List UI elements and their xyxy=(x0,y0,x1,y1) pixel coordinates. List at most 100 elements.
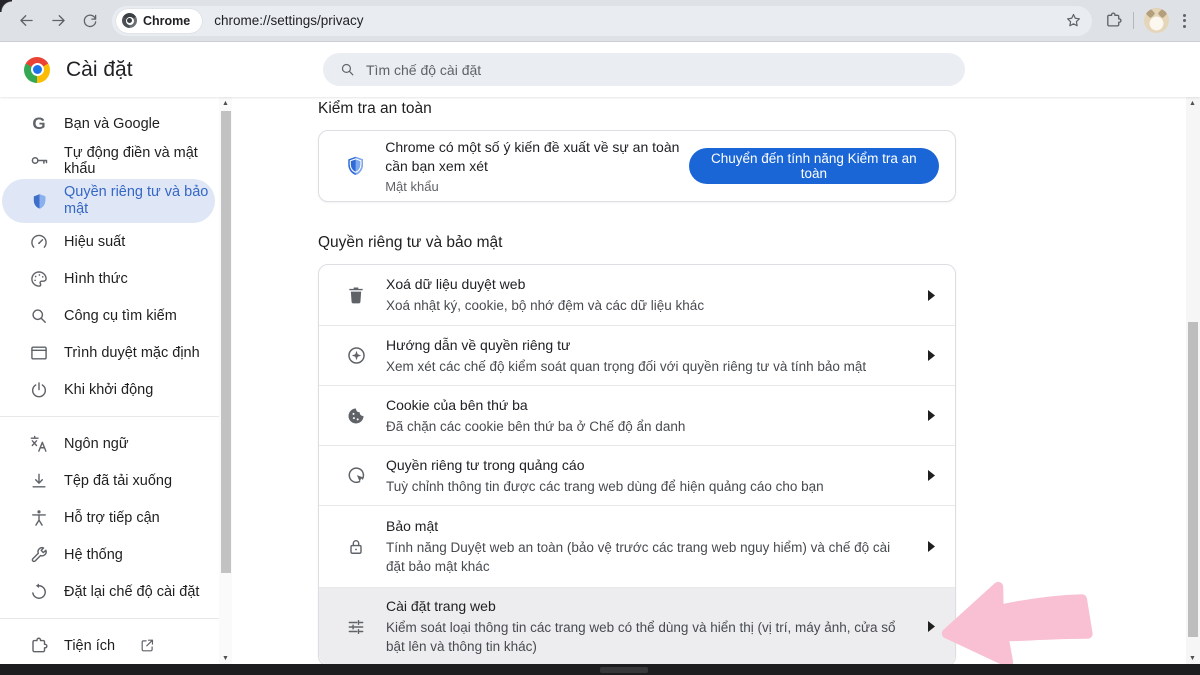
sidebar-item-autofill[interactable]: Tự động điền và mật khẩu xyxy=(0,142,232,179)
sidebar-item-label: Bạn và Google xyxy=(64,116,160,132)
sidebar-item-label: Tự động điền và mật khẩu xyxy=(64,145,232,177)
url-text[interactable]: chrome://settings/privacy xyxy=(214,13,363,28)
reset-icon xyxy=(28,582,50,602)
download-icon xyxy=(28,471,50,491)
reload-icon xyxy=(81,12,99,30)
reload-button[interactable] xyxy=(74,5,106,37)
scroll-down-arrow[interactable]: ▼ xyxy=(219,652,232,664)
sidebar-item-system[interactable]: Hệ thống xyxy=(0,536,232,573)
settings-search-box[interactable] xyxy=(323,53,965,86)
sidebar-item-reset[interactable]: Đặt lại chế độ cài đặt xyxy=(0,573,232,610)
settings-content: Kiểm tra an toàn Chrome có một số ý kiến… xyxy=(232,97,1200,664)
row-subtitle: Xoá nhật ký, cookie, bộ nhớ đệm và các d… xyxy=(386,296,904,315)
taskbar-item xyxy=(600,667,648,673)
chevron-right-icon xyxy=(928,290,935,301)
sidebar-item-label: Trình duyệt mặc định xyxy=(64,345,200,361)
search-icon xyxy=(339,61,356,78)
row-subtitle: Tuỳ chỉnh thông tin được các trang web d… xyxy=(386,477,904,496)
row-title: Hướng dẫn về quyền riêng tư xyxy=(386,336,904,355)
sidebar-item-appearance[interactable]: Hình thức xyxy=(0,260,232,297)
sidebar-item-downloads[interactable]: Tệp đã tải xuống xyxy=(0,462,232,499)
chevron-right-icon xyxy=(928,470,935,481)
chrome-badge: Chrome xyxy=(116,9,202,33)
row-title: Cookie của bên thứ ba xyxy=(386,396,904,415)
chrome-badge-label: Chrome xyxy=(143,14,190,28)
row-text: Cookie của bên thứ ba Đã chặn các cookie… xyxy=(386,396,928,436)
page-title: Cài đặt xyxy=(66,58,133,82)
row-privacy-guide[interactable]: Hướng dẫn về quyền riêng tư Xem xét các … xyxy=(319,325,955,385)
row-site-settings[interactable]: Cài đặt trang web Kiểm soát loại thông t… xyxy=(319,587,955,665)
settings-sidebar: G Bạn và Google Tự động điền và mật khẩu… xyxy=(0,97,232,664)
page-scrollbar[interactable]: ▲ ▼ xyxy=(1186,97,1200,664)
browser-menu-button[interactable] xyxy=(1179,10,1190,32)
extensions-puzzle-icon[interactable] xyxy=(1104,11,1123,30)
sidebar-item-label: Quyền riêng tư và bảo mật xyxy=(64,184,215,218)
chrome-badge-icon xyxy=(122,13,137,28)
bookmark-star-icon[interactable] xyxy=(1065,12,1082,29)
sidebar-item-performance[interactable]: Hiệu suất xyxy=(0,223,232,260)
sidebar-item-on-startup[interactable]: Khi khởi động xyxy=(0,371,232,408)
row-security[interactable]: Bảo mật Tính năng Duyệt web an toàn (bảo… xyxy=(319,505,955,587)
row-title: Bảo mật xyxy=(386,517,904,536)
forward-button[interactable] xyxy=(42,5,74,37)
sidebar-item-label: Đặt lại chế độ cài đặt xyxy=(64,584,199,600)
sidebar-item-extensions[interactable]: Tiện ích xyxy=(0,627,232,664)
go-to-safety-check-button[interactable]: Chuyển đến tính năng Kiểm tra an toàn xyxy=(689,148,939,184)
chevron-right-icon xyxy=(928,350,935,361)
sidebar-item-label: Tệp đã tải xuống xyxy=(64,473,172,489)
power-icon xyxy=(28,380,50,400)
row-title: Cài đặt trang web xyxy=(386,597,904,616)
toolbar-actions xyxy=(1104,8,1190,33)
row-text: Bảo mật Tính năng Duyệt web an toàn (bảo… xyxy=(386,517,928,576)
sidebar-scrollbar[interactable]: ▲ ▼ xyxy=(219,97,232,664)
row-subtitle: Đã chặn các cookie bên thứ ba ở Chế độ ẩ… xyxy=(386,417,904,436)
row-text: Cài đặt trang web Kiểm soát loại thông t… xyxy=(386,597,928,656)
browser-window-icon xyxy=(28,343,50,363)
sidebar-item-languages[interactable]: Ngôn ngữ xyxy=(0,425,232,462)
shield-icon xyxy=(28,192,50,211)
taskbar-sliver xyxy=(0,664,1200,675)
sidebar-scrollbar-thumb[interactable] xyxy=(221,111,231,573)
safety-card-title: Chrome có một số ý kiến đề xuất về sự an… xyxy=(385,138,688,176)
sidebar-item-default-browser[interactable]: Trình duyệt mặc định xyxy=(0,334,232,371)
sidebar-item-search-engine[interactable]: Công cụ tìm kiếm xyxy=(0,297,232,334)
sidebar-item-accessibility[interactable]: Hỗ trợ tiếp cận xyxy=(0,499,232,536)
ads-privacy-icon xyxy=(344,465,368,486)
sidebar-item-label: Hiệu suất xyxy=(64,234,125,250)
safety-shield-icon xyxy=(344,153,367,179)
scroll-down-arrow[interactable]: ▼ xyxy=(1186,652,1199,664)
privacy-section-title: Quyền riêng tư và bảo mật xyxy=(318,234,1200,252)
chevron-right-icon xyxy=(928,541,935,552)
chevron-right-icon xyxy=(928,410,935,421)
chevron-right-icon xyxy=(928,621,935,632)
sidebar-divider xyxy=(0,416,232,417)
address-bar[interactable]: Chrome chrome://settings/privacy xyxy=(112,6,1092,36)
sidebar-item-label: Hình thức xyxy=(64,271,128,287)
forward-arrow-icon xyxy=(49,11,68,30)
row-ad-privacy[interactable]: Quyền riêng tư trong quảng cáo Tuỳ chỉnh… xyxy=(319,445,955,505)
privacy-guide-icon xyxy=(344,345,368,366)
back-button[interactable] xyxy=(10,5,42,37)
sidebar-item-privacy[interactable]: Quyền riêng tư và bảo mật xyxy=(2,179,215,223)
accessibility-icon xyxy=(28,508,50,528)
page-scrollbar-thumb[interactable] xyxy=(1188,322,1198,637)
google-g-icon: G xyxy=(28,115,50,132)
speedometer-icon xyxy=(28,232,50,252)
sidebar-item-label: Công cụ tìm kiếm xyxy=(64,308,177,324)
safety-check-section-title: Kiểm tra an toàn xyxy=(318,100,1200,118)
scroll-up-arrow[interactable]: ▲ xyxy=(1186,97,1199,109)
privacy-settings-card: Xoá dữ liệu duyệt web Xoá nhật ký, cooki… xyxy=(318,264,956,666)
search-icon xyxy=(28,306,50,326)
sidebar-item-label: Hỗ trợ tiếp cận xyxy=(64,510,160,526)
trash-icon xyxy=(344,285,368,305)
row-third-party-cookies[interactable]: Cookie của bên thứ ba Đã chặn các cookie… xyxy=(319,385,955,445)
row-subtitle: Kiểm soát loại thông tin các trang web c… xyxy=(386,618,904,656)
row-clear-browsing-data[interactable]: Xoá dữ liệu duyệt web Xoá nhật ký, cooki… xyxy=(319,265,955,325)
scroll-up-arrow[interactable]: ▲ xyxy=(219,97,232,109)
row-title: Xoá dữ liệu duyệt web xyxy=(386,275,904,294)
puzzle-icon xyxy=(28,636,50,656)
settings-search-input[interactable] xyxy=(366,62,949,78)
sidebar-item-you-and-google[interactable]: G Bạn và Google xyxy=(0,105,232,142)
translate-icon xyxy=(28,434,50,454)
profile-avatar[interactable] xyxy=(1144,8,1169,33)
